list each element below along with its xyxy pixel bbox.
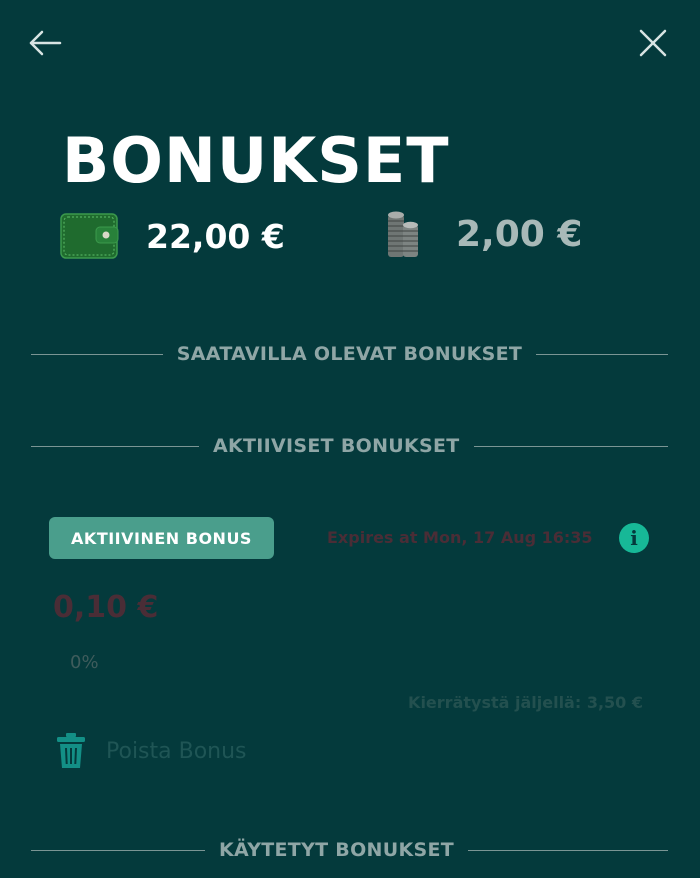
coins-icon <box>385 209 421 261</box>
section-available-header: SAATAVILLA OLEVAT BONUKSET <box>31 342 668 366</box>
page-title: BONUKSET <box>62 124 450 197</box>
info-icon[interactable]: i <box>619 523 649 553</box>
remove-bonus-label: Poista Bonus <box>106 738 247 764</box>
trash-icon <box>57 733 85 768</box>
arrow-left-icon <box>29 30 62 56</box>
back-button[interactable] <box>28 30 62 56</box>
divider-line <box>473 445 668 447</box>
wagering-remaining: Kierrätystä jäljellä: 3,50 € <box>408 693 643 712</box>
wallet-icon <box>60 211 120 261</box>
active-bonus-badge: AKTIIVINEN BONUS <box>49 517 274 559</box>
main-balance: 22,00 € <box>146 217 285 256</box>
bonus-expiry: Expires at Mon, 17 Aug 16:35 <box>327 528 593 547</box>
divider-line <box>31 849 205 851</box>
section-active-label: AKTIIVISET BONUKSET <box>213 435 460 457</box>
section-used-header: KÄYTETYT BONUKSET <box>31 838 668 862</box>
divider-line <box>31 445 199 447</box>
bonus-balance: 2,00 € <box>456 214 583 255</box>
divider-line <box>536 353 668 355</box>
section-active-header: AKTIIVISET BONUKSET <box>31 434 668 458</box>
remove-bonus-button[interactable]: Poista Bonus <box>56 732 247 770</box>
divider-line <box>31 353 163 355</box>
divider-line <box>468 849 668 851</box>
wagering-progress: 0% <box>70 652 99 673</box>
section-available-label: SAATAVILLA OLEVAT BONUKSET <box>176 343 523 365</box>
section-used-label: KÄYTETYT BONUKSET <box>219 839 455 861</box>
close-button[interactable] <box>638 28 668 58</box>
close-icon <box>639 29 667 57</box>
bonus-amount: 0,10 € <box>53 590 159 625</box>
